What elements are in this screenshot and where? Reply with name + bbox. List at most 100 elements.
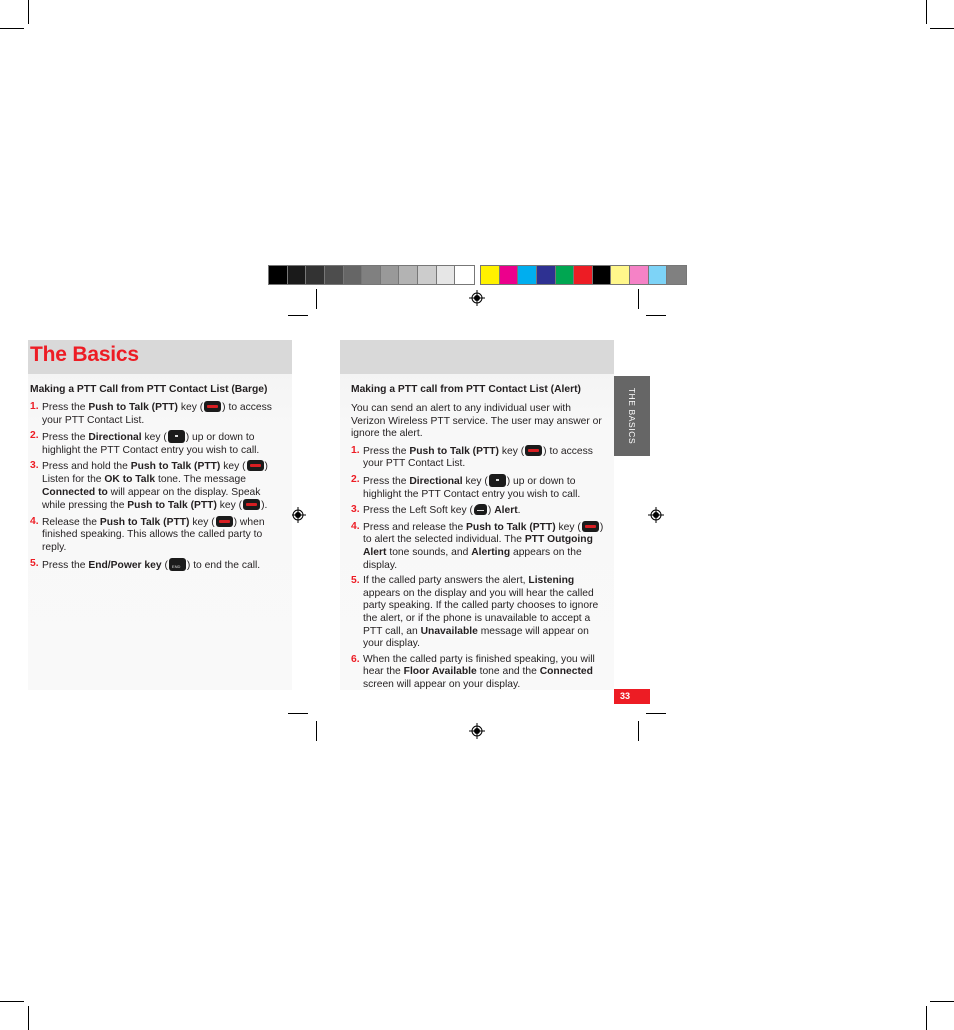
directional-key-icon (488, 473, 506, 487)
crop-mark (638, 289, 639, 309)
step-number: 4. (351, 520, 360, 532)
step-item: 6. When the called party is finished spea… (351, 653, 595, 690)
ptt-key-icon (243, 499, 261, 511)
side-tab-label: THE BASICS (627, 387, 637, 445)
step-item: 3. Press and hold the Push to Talk (PTT) … (30, 460, 268, 512)
crop-mark (0, 1001, 24, 1002)
step-item: 2. Press the Directional key () up or dow… (30, 430, 260, 456)
registration-mark-icon (469, 290, 485, 306)
crop-mark (926, 0, 927, 24)
step-item: 4. Release the Push to Talk (PTT) key () … (30, 515, 265, 553)
crop-mark (316, 289, 317, 309)
gray-swatch (418, 266, 437, 284)
crop-mark (646, 315, 666, 316)
crop-mark (930, 1001, 954, 1002)
step-number: 1. (30, 401, 39, 412)
crop-mark (930, 28, 954, 29)
ptt-key-icon (204, 401, 222, 412)
gray-swatch (399, 266, 419, 284)
crop-mark (0, 28, 24, 29)
crop-mark (28, 1006, 29, 1030)
step-item: 5.Press the End/Power key () to end the … (30, 557, 286, 573)
registration-mark-icon (469, 723, 485, 739)
section-title: Making a PTT call from PTT Contact List … (351, 384, 581, 395)
color-swatch (499, 266, 519, 284)
step-number: 3. (30, 460, 39, 472)
ptt-key-icon (525, 444, 543, 456)
intro-paragraph: You can send an alert to any individual … (351, 403, 602, 440)
emphasis: End/Power key (88, 559, 162, 571)
gray-swatch (343, 266, 363, 284)
step-number: 5. (30, 557, 39, 569)
emphasis: Connected (539, 666, 593, 678)
registration-mark-icon (290, 507, 306, 523)
emphasis: Alert (494, 505, 518, 517)
page-number: 33 (614, 689, 650, 704)
gray-swatch (436, 266, 456, 284)
color-swatch (536, 266, 556, 284)
step-item: 1. Press the Push to Talk (PTT) key () to… (351, 444, 593, 470)
color-swatch (630, 266, 649, 284)
crop-mark (316, 721, 317, 741)
emphasis: Alerting (471, 546, 511, 558)
emphasis: OK to Talk (104, 473, 156, 485)
ptt-key-icon (215, 515, 233, 527)
gray-swatch (306, 266, 325, 284)
step-number: 3. (351, 504, 360, 516)
color-swatch (648, 266, 668, 284)
step-number: 6. (351, 653, 360, 665)
grayscale-color-bar (268, 265, 475, 285)
emphasis: Push to Talk (PTT) (130, 461, 221, 473)
emphasis: Connected to (42, 486, 108, 498)
gray-swatch (269, 266, 288, 284)
step-number: 2. (30, 430, 39, 442)
color-swatch (481, 266, 500, 284)
process-color-bar (480, 265, 687, 285)
page-title: The Basics (30, 343, 139, 366)
gray-swatch (455, 266, 475, 284)
gray-swatch (362, 266, 381, 284)
crop-mark (926, 1006, 927, 1030)
section-title: Making a PTT Call from PTT Contact List … (30, 384, 268, 395)
emphasis: Unavailable (420, 625, 478, 637)
emphasis: Directional (88, 432, 142, 444)
end-key-icon (168, 557, 186, 573)
instruction-list: 1. Press the Push to Talk (PTT) key () to… (30, 401, 286, 573)
right-header-band (340, 340, 614, 374)
crop-mark (646, 713, 666, 714)
crop-mark (288, 713, 308, 714)
emphasis: Floor Available (403, 666, 477, 678)
crop-mark (288, 315, 308, 316)
step-item: 1. Press the Push to Talk (PTT) key () to… (30, 401, 272, 426)
color-swatch (667, 266, 687, 284)
color-swatch (518, 266, 537, 284)
step-item: 5. If the called party answers the alert,… (351, 575, 599, 650)
right-content: Making a PTT call from PTT Contact List … (351, 384, 607, 694)
soft-key-icon (473, 504, 487, 516)
gray-swatch (380, 266, 400, 284)
step-item: 3. Press the Left Soft key () Alert. (351, 504, 521, 517)
emphasis: Push to Talk (PTT) (127, 500, 217, 512)
ptt-key-icon (581, 520, 599, 532)
emphasis: Push to Talk (PTT) (466, 521, 556, 533)
instruction-list: 1. Press the Push to Talk (PTT) key () to… (351, 444, 607, 692)
color-swatch (555, 266, 575, 284)
emphasis: Listening (528, 575, 575, 587)
directional-key-icon (167, 430, 185, 444)
emphasis: Push to Talk (PTT) (88, 402, 178, 413)
color-swatch (592, 266, 612, 284)
color-swatch (574, 266, 593, 284)
step-item: 2. Press the Directional key () up or dow… (351, 473, 581, 500)
registration-mark-icon (648, 507, 664, 523)
section-side-tab: THE BASICS (614, 376, 650, 456)
ptt-key-icon (246, 460, 264, 472)
crop-mark (28, 0, 29, 24)
step-number: 1. (351, 444, 360, 456)
color-swatch (611, 266, 631, 284)
gray-swatch (287, 266, 307, 284)
emphasis: Push to Talk (PTT) (99, 516, 190, 528)
left-content: Making a PTT Call from PTT Contact List … (30, 384, 286, 575)
emphasis: Push to Talk (PTT) (409, 445, 499, 457)
step-number: 4. (30, 515, 39, 527)
step-number: 5. (351, 575, 360, 587)
